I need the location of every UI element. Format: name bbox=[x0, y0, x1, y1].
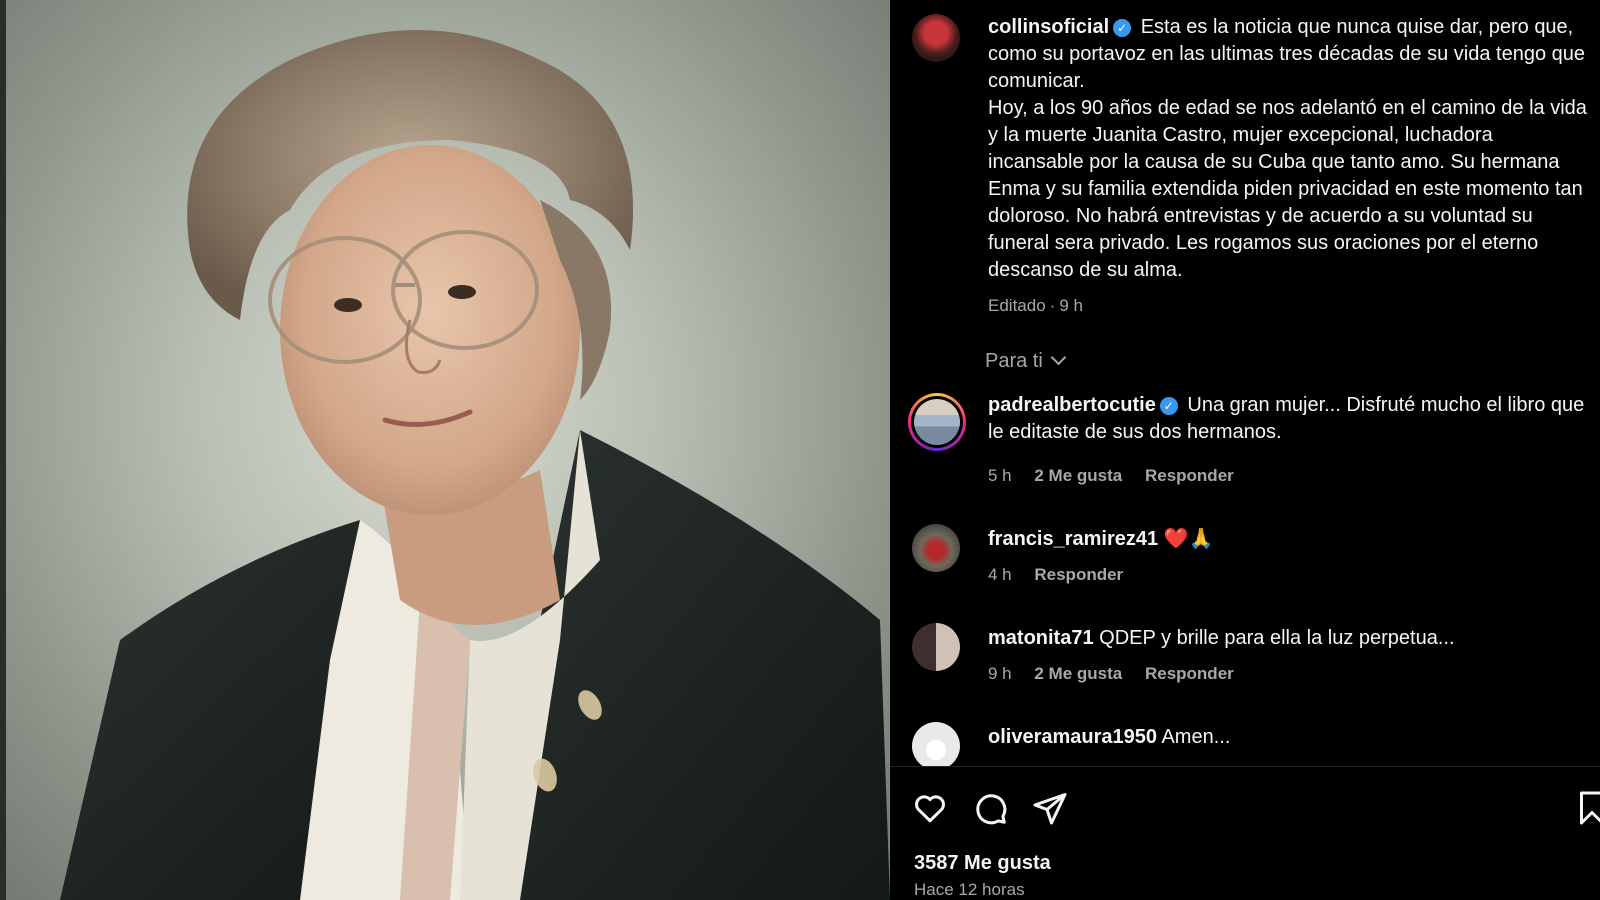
portrait-illustration bbox=[60, 30, 890, 900]
chevron-down-icon bbox=[1050, 349, 1067, 366]
comment-meta: 5 h 2 Me gusta Responder bbox=[988, 466, 1252, 486]
comment-avatar[interactable] bbox=[912, 524, 960, 572]
divider bbox=[890, 766, 1600, 767]
comment-meta: 4 h Responder bbox=[988, 565, 1141, 585]
share-icon[interactable] bbox=[1032, 790, 1068, 826]
author-avatar[interactable] bbox=[912, 14, 960, 62]
reply-button[interactable]: Responder bbox=[1145, 664, 1234, 683]
comment-icon[interactable] bbox=[972, 790, 1008, 826]
post-timestamp: Hace 12 horas bbox=[914, 880, 1025, 899]
author-username[interactable]: collinsoficial bbox=[988, 16, 1109, 38]
comment: padrealbertocutie ✓ Una gran mujer... Dis… bbox=[988, 392, 1588, 446]
comment-text: Amen... bbox=[1161, 726, 1231, 748]
verified-badge-icon: ✓ bbox=[1159, 397, 1178, 415]
comment-username[interactable]: matonita71 bbox=[988, 627, 1094, 649]
comment-likes[interactable]: 2 Me gusta bbox=[1034, 664, 1122, 683]
post-caption: collinsoficial ✓ Esta es la noticia que n… bbox=[988, 14, 1588, 284]
post-photo[interactable] bbox=[0, 0, 890, 900]
comment-avatar[interactable] bbox=[908, 393, 966, 451]
comment-meta: 9 h 2 Me gusta Responder bbox=[988, 664, 1252, 684]
caption-meta: Editado · 9 h bbox=[988, 296, 1083, 315]
comment-time: 5 h bbox=[988, 466, 1012, 485]
filter-label: Para ti bbox=[985, 350, 1043, 372]
heart-icon[interactable] bbox=[912, 790, 948, 826]
comment: matonita71 QDEP y brille para ella la lu… bbox=[988, 625, 1588, 652]
verified-badge-icon: ✓ bbox=[1113, 19, 1132, 37]
comment-text: ❤️🙏 bbox=[1163, 528, 1214, 550]
photo-edge bbox=[0, 0, 6, 900]
comment: francis_ramirez41 ❤️🙏 bbox=[988, 526, 1588, 553]
caption-time: 9 h bbox=[1059, 296, 1083, 315]
reply-button[interactable]: Responder bbox=[1145, 466, 1234, 485]
comment-username[interactable]: oliveramaura1950 bbox=[988, 726, 1157, 748]
comment-text: QDEP y brille para ella la luz perpetua.… bbox=[1099, 627, 1455, 649]
caption-text-2: Hoy, a los 90 años de edad se nos adelan… bbox=[988, 97, 1587, 281]
comment-filter-dropdown[interactable]: Para ti bbox=[985, 349, 1067, 373]
likes-count[interactable]: 3587 Me gusta bbox=[914, 852, 1051, 875]
instagram-post-view: collinsoficial ✓ Esta es la noticia que n… bbox=[0, 0, 1600, 900]
comment-username[interactable]: padrealbertocutie bbox=[988, 394, 1156, 416]
post-details-panel: collinsoficial ✓ Esta es la noticia que n… bbox=[890, 0, 1600, 900]
comment-avatar[interactable] bbox=[912, 722, 960, 770]
comment-time: 9 h bbox=[988, 664, 1012, 683]
comment-time: 4 h bbox=[988, 565, 1012, 584]
bookmark-icon[interactable] bbox=[1574, 790, 1600, 826]
reply-button[interactable]: Responder bbox=[1034, 565, 1123, 584]
comment-likes[interactable]: 2 Me gusta bbox=[1034, 466, 1122, 485]
comment-username[interactable]: francis_ramirez41 bbox=[988, 528, 1158, 550]
edited-label: Editado bbox=[988, 296, 1046, 315]
comment: oliveramaura1950 Amen... bbox=[988, 724, 1588, 751]
comment-avatar[interactable] bbox=[912, 623, 960, 671]
